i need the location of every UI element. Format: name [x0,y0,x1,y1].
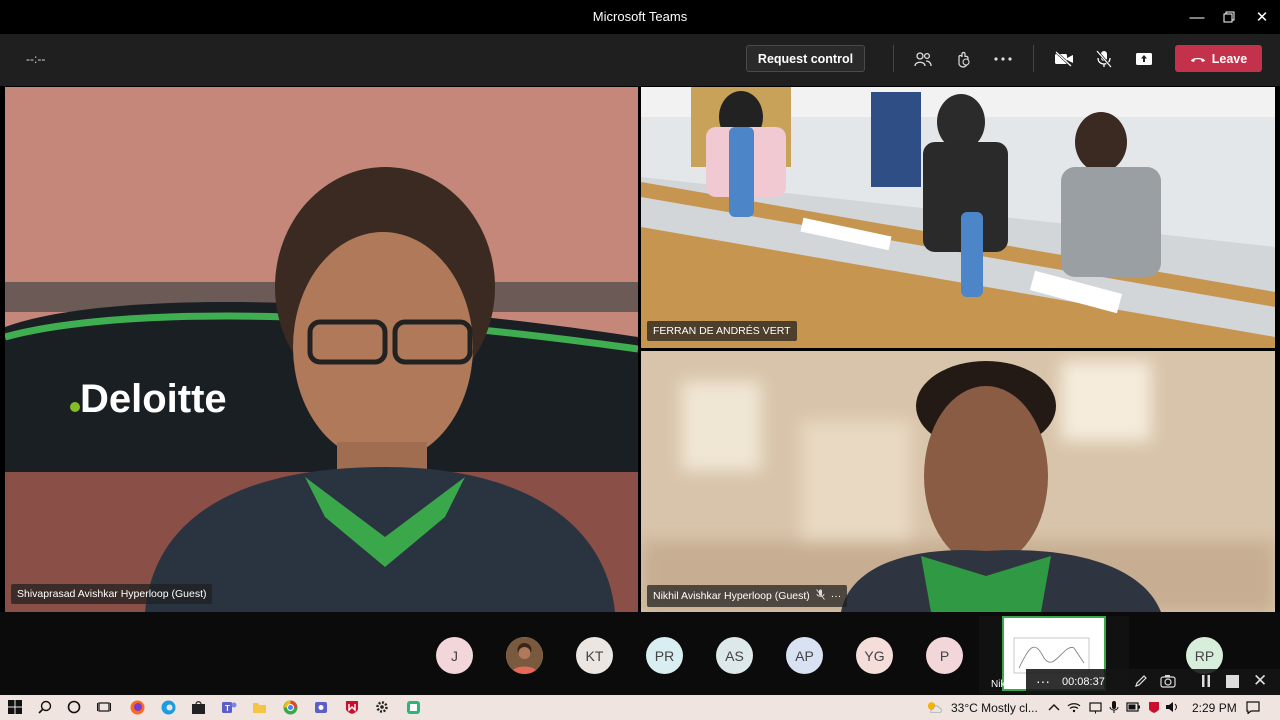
participant-name: Nikhil Avishkar Hyperloop (Guest) [653,590,810,602]
video-tile-nikhil[interactable]: Nikhil Avishkar Hyperloop (Guest) ··· [641,351,1275,612]
task-view-icon[interactable] [96,699,112,715]
window-title: Microsoft Teams [592,9,688,24]
mini-controls: ··· 00:08:37 ✕ [1026,669,1280,695]
battery-icon[interactable] [1125,699,1141,715]
divider [1033,45,1034,72]
request-control-button[interactable]: Request control [746,45,865,72]
clock-time[interactable]: 2:29 PM [1192,701,1237,715]
participant-name: Shivaprasad Avishkar Hyperloop (Guest) [17,588,207,600]
microphone-icon[interactable] [1106,699,1122,715]
hang-up-icon [1190,57,1205,62]
avatar-initials: KT [585,647,604,664]
chrome-icon[interactable] [282,699,298,715]
avatar-initials: YG [864,647,885,664]
pen-icon[interactable] [1134,674,1148,693]
avatar-p[interactable]: P [926,637,963,674]
video-feed [641,87,1275,348]
teams-icon[interactable]: T [221,699,237,715]
avatar-yg[interactable]: YG [856,637,893,674]
video-tile-ferran[interactable]: FERRAN DE ANDRÉS VERT [641,87,1275,348]
avatar-photo[interactable] [506,637,543,674]
chevron-up-icon[interactable] [1046,699,1062,715]
stop-icon[interactable] [1226,675,1239,693]
svg-text:Deloitte: Deloitte [80,377,227,421]
reactions-icon[interactable] [952,48,974,70]
minimize-icon[interactable]: — [1180,0,1214,34]
close-mini-icon[interactable]: ✕ [1253,671,1267,691]
store-icon[interactable] [190,699,206,715]
more-options-icon[interactable] [992,48,1014,70]
meeting-toolbar: --:-- [0,34,1280,86]
weather-icon[interactable] [926,699,942,715]
mic-muted-icon [815,589,825,603]
volume-icon[interactable] [1164,699,1180,715]
avatar-ap[interactable]: AP [786,637,823,674]
participants-icon[interactable] [912,48,934,70]
mcafee-icon[interactable] [344,699,360,715]
video-tile-shivaprasad[interactable]: Deloitte Shivaprasad Avishkar Hyperloop … [5,87,638,612]
video-feed: Deloitte [5,87,638,612]
mini-timer: 00:08:37 [1062,676,1105,688]
avatar-j[interactable]: J [436,637,473,674]
avatar-initials: AS [725,647,744,664]
avatar-initials: AP [795,647,814,664]
camera-off-icon[interactable] [1053,48,1075,70]
edge-icon[interactable] [160,699,176,715]
more-options-icon[interactable]: ··· [1036,673,1050,689]
teams-meeting-icon[interactable] [313,699,329,715]
avatar-initials: J [451,647,458,664]
meeting-timer: --:-- [26,52,46,66]
notifications-icon[interactable] [1245,699,1261,715]
firefox-icon[interactable] [129,699,145,715]
app-icon[interactable] [405,699,421,715]
video-feed [641,351,1275,612]
share-screen-icon[interactable] [1133,48,1155,70]
leave-label: Leave [1211,51,1248,66]
participant-name-label: Nikhil Avishkar Hyperloop (Guest) ··· [647,585,848,607]
participant-name: FERRAN DE ANDRÉS VERT [653,325,791,337]
svg-text:T: T [225,704,230,713]
wifi-icon[interactable] [1066,699,1082,715]
close-icon[interactable]: ✕ [1245,0,1279,34]
participant-name-label: FERRAN DE ANDRÉS VERT [647,321,797,341]
settings-icon[interactable] [374,699,390,715]
avatar-kt[interactable]: KT [576,637,613,674]
mic-off-icon[interactable] [1093,48,1115,70]
weather-text[interactable]: 33°C Mostly cl... [951,701,1038,715]
restore-icon[interactable] [1212,0,1246,34]
avatar-initials: RP [1194,647,1215,664]
display-icon[interactable] [1087,699,1103,715]
avatar-pr[interactable]: PR [646,637,683,674]
avatar-initials: PR [654,647,675,664]
cortana-icon[interactable] [66,699,82,715]
title-bar: Microsoft Teams — ✕ [0,0,1280,34]
camera-icon[interactable] [1160,674,1176,693]
divider [893,45,894,72]
file-explorer-icon[interactable] [251,699,267,715]
mcafee-tray-icon[interactable] [1146,699,1162,715]
search-icon[interactable] [37,699,53,715]
windows-start-icon[interactable] [7,699,23,715]
avatar-initials: P [939,647,950,664]
participant-name-label: Shivaprasad Avishkar Hyperloop (Guest) [11,584,213,604]
pause-icon[interactable] [1200,674,1212,693]
mini-participant-name: Nikhil [991,679,1016,690]
more-options-icon[interactable]: ··· [831,590,842,602]
avatar-as[interactable]: AS [716,637,753,674]
leave-button[interactable]: Leave [1175,45,1262,72]
